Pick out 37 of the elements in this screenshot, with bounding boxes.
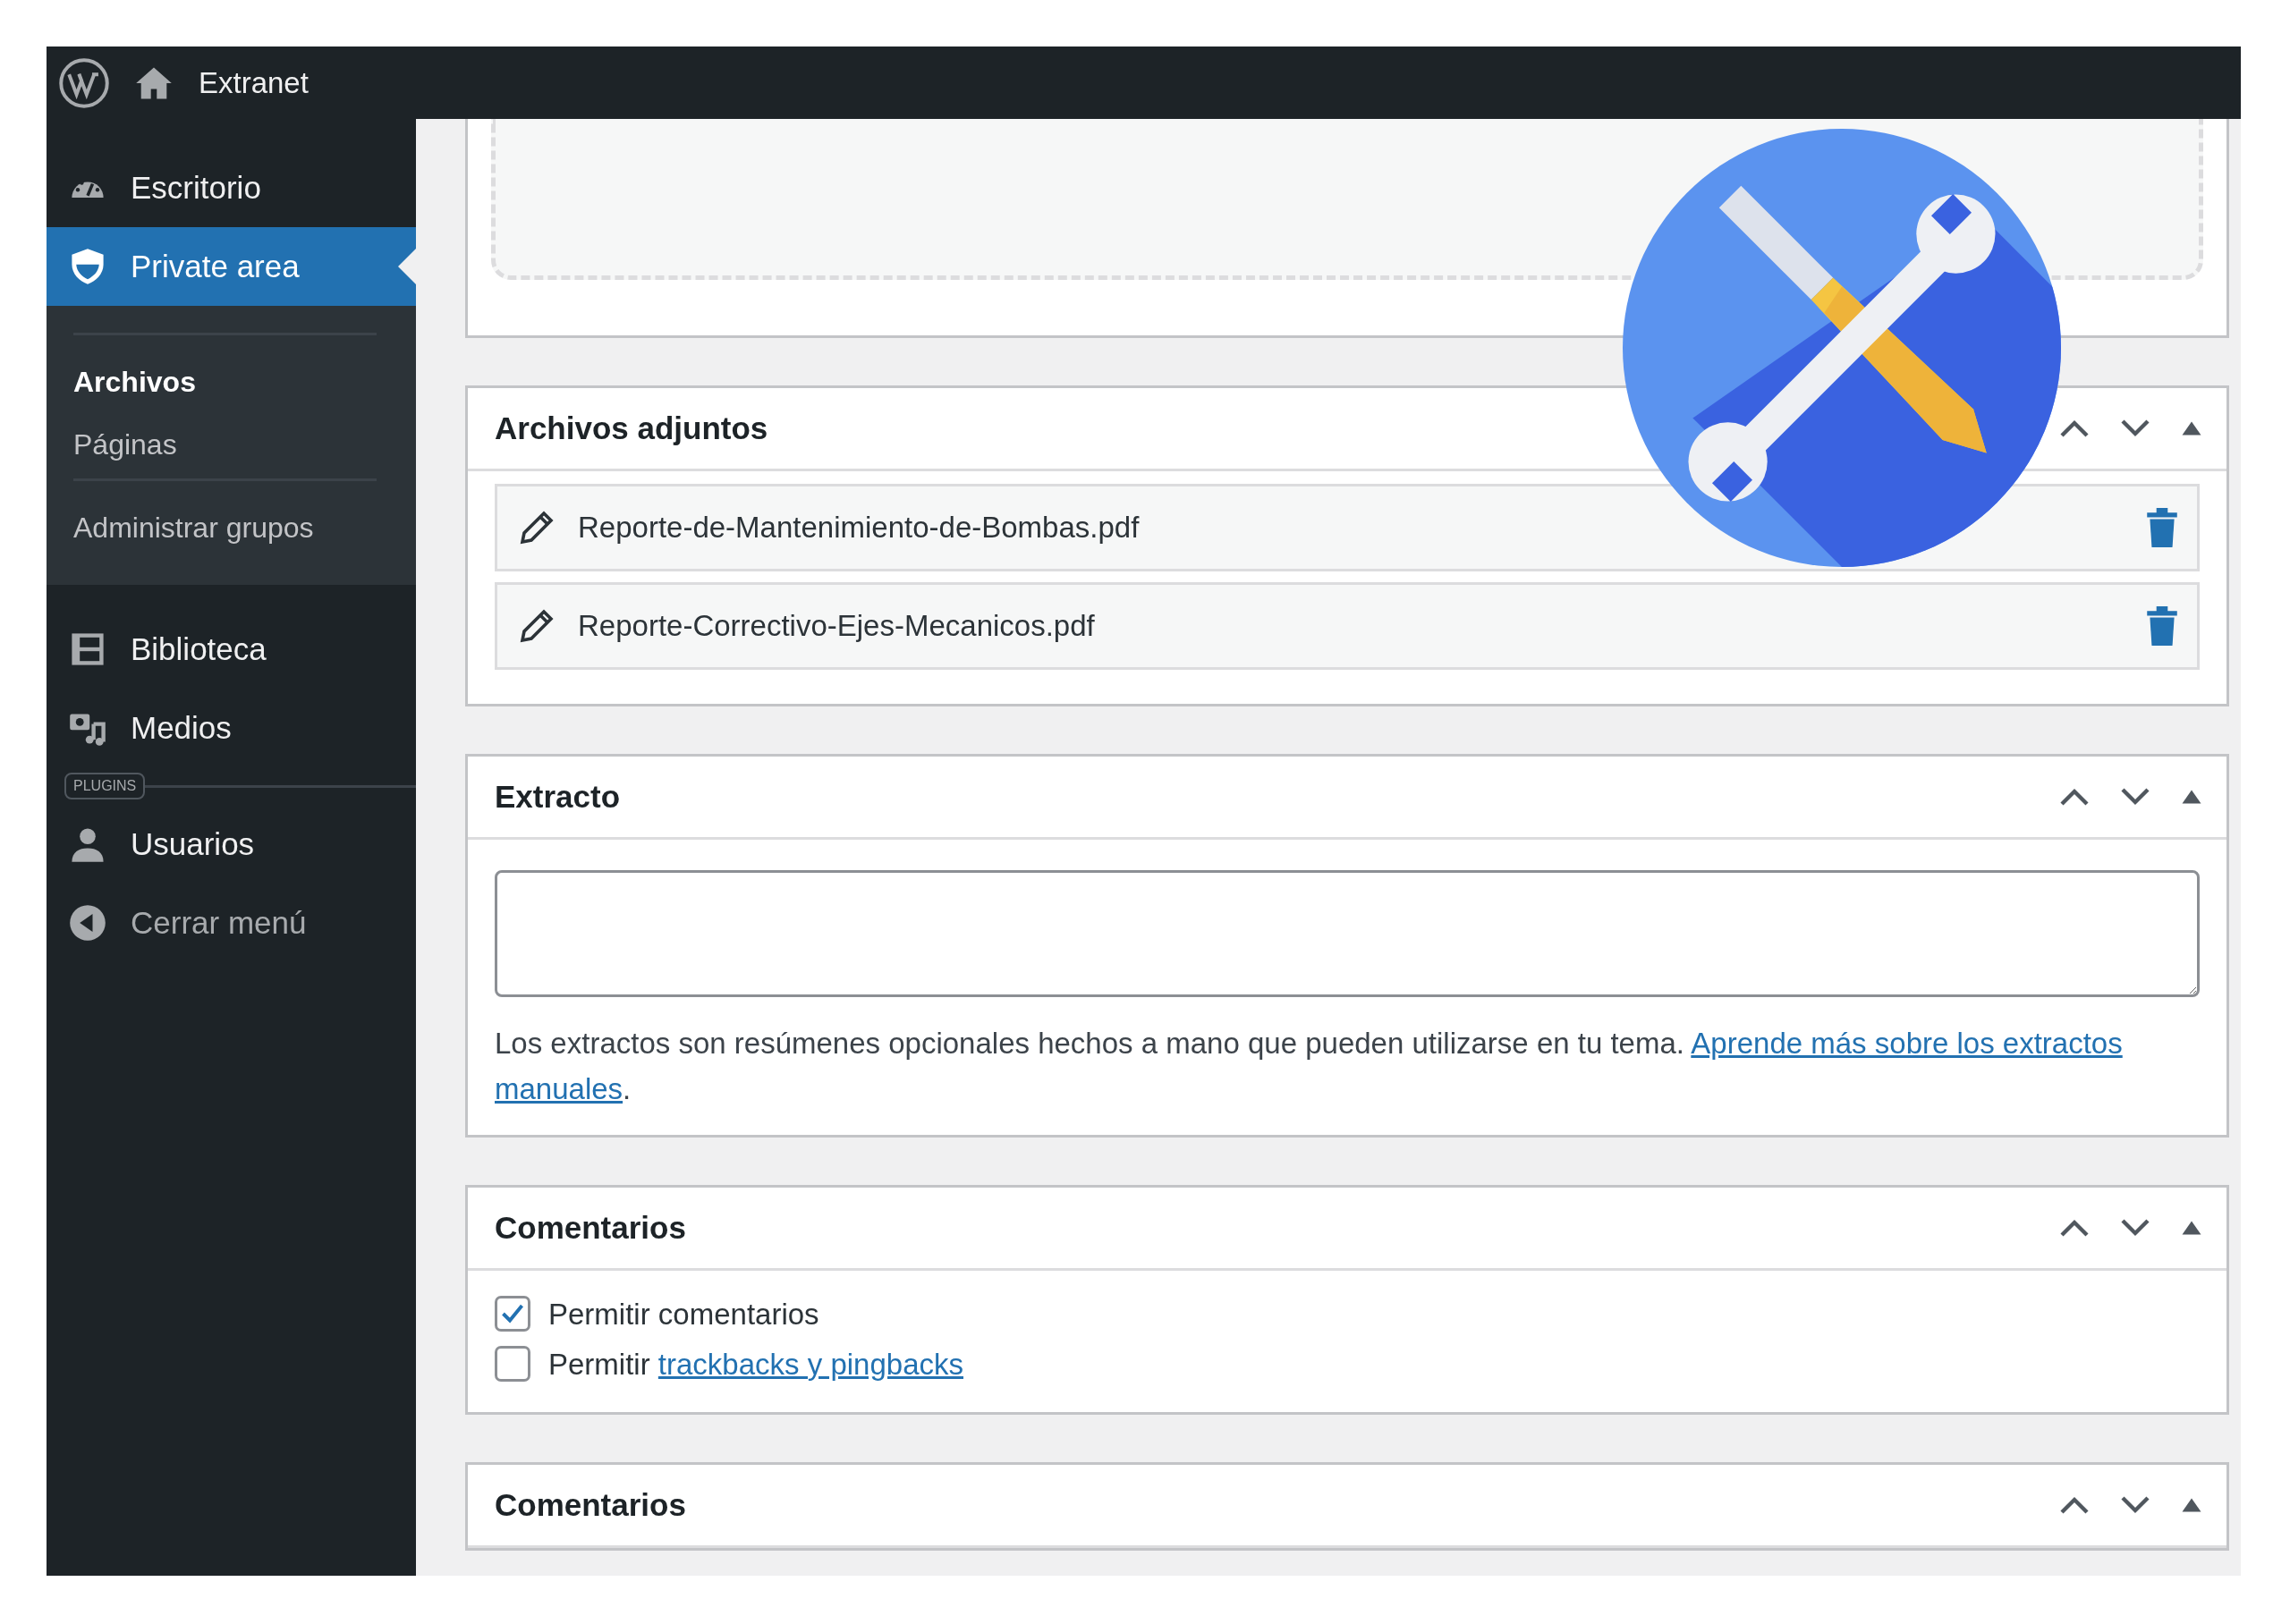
menu-item[interactable]: Private area [47, 227, 416, 306]
delete-button[interactable] [2145, 508, 2179, 547]
file-name: Reporte-Correctivo-Ejes-Mecanicos.pdf [578, 608, 1096, 645]
menu-item[interactable]: Escritorio [47, 148, 416, 227]
plugins-label: PLUGINS [64, 773, 146, 799]
help-text: Los extractos son resúmenes opcionales hechos a mano que pueden utilizarse en tu tema. Aprende más sobre los extractos manuales. [495, 1026, 2124, 1108]
submenu-item[interactable]: Administrar grupos [73, 499, 377, 562]
menu-item[interactable]: Usuarios [47, 805, 416, 884]
checkbox-label: Permitir trackbacks y pingbacks [548, 1346, 963, 1383]
site-name[interactable]: Extranet [199, 60, 309, 106]
learn-more-link[interactable]: Aprende más sobre los extractos [1691, 1027, 2123, 1060]
edit-button[interactable] [519, 510, 555, 546]
file-name: Reporte-de-Mantenimiento-de-Bombas.pdf [578, 510, 1141, 546]
trash-icon [2145, 606, 2179, 646]
selection-pointer [398, 249, 416, 284]
delete-button[interactable] [2145, 606, 2179, 646]
trackbacks-link[interactable]: trackbacks y pingbacks [657, 1347, 963, 1381]
menu-item[interactable]: Biblioteca [47, 610, 416, 689]
checkbox[interactable] [495, 1346, 530, 1383]
pencil-icon [519, 608, 555, 644]
panel-title: Extracto [495, 777, 622, 816]
left-arrow-circle-icon [68, 903, 107, 943]
menu-item[interactable]: Medios [47, 689, 416, 767]
submenu-item[interactable]: Páginas [73, 416, 377, 478]
learn-more-link[interactable]: manuales [495, 1072, 623, 1106]
checkbox[interactable] [495, 1296, 530, 1332]
collapse-menu-button[interactable]: Cerrar menú [47, 884, 416, 962]
excerpt-field[interactable] [495, 870, 2200, 997]
checkbox-label: Permitir comentarios [548, 1296, 819, 1332]
edit-button[interactable] [519, 608, 555, 644]
submenu-item[interactable]: Archivos [73, 353, 377, 416]
panel-title: Comentarios [495, 1209, 687, 1248]
wordpress-logo-icon[interactable] [59, 57, 109, 108]
panel-title: Comentarios [495, 1486, 687, 1525]
trash-icon [2145, 508, 2179, 547]
pencil-icon [519, 510, 555, 546]
panel-title: Archivos adjuntos [495, 409, 769, 447]
